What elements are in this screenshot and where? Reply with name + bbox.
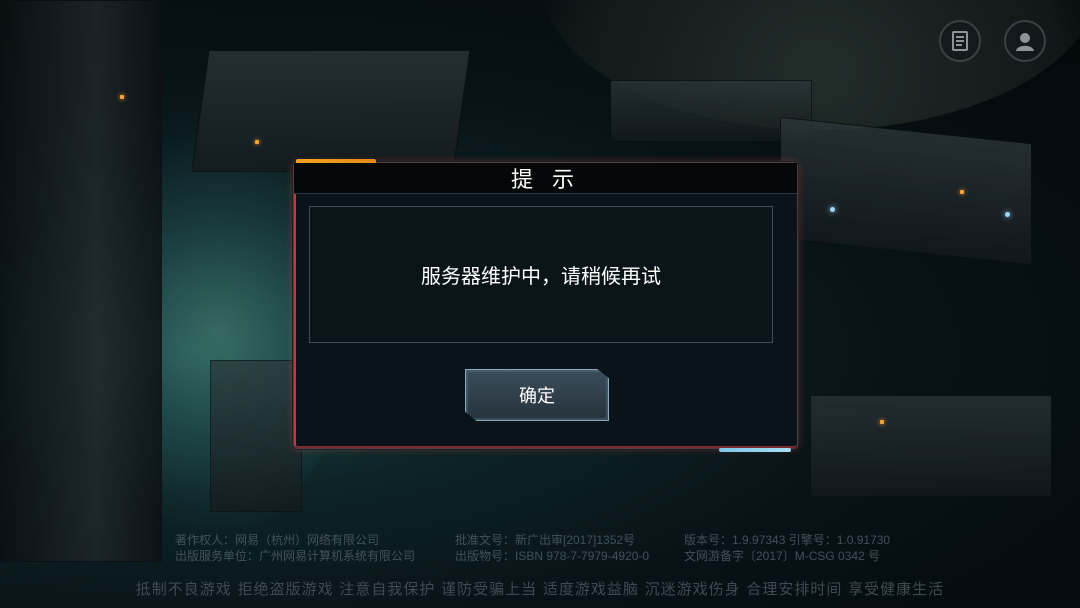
account-button[interactable] [1004,20,1046,62]
spaceship-bottom-right [810,395,1052,497]
health-gaming-slogan: 抵制不良游戏 拒绝盗版游戏 注意自我保护 谨防受骗上当 适度游戏益脑 沉迷游戏伤… [135,580,945,598]
ship-light [120,95,124,99]
ship-light [880,420,884,424]
notice-dialog: 提 示 服务器维护中，请稍候再试 确定 [293,159,798,452]
dialog-blue-accent [719,448,791,452]
record-number: 文网游备字〔2017〕M-CSG 0342 号 [684,549,881,563]
notice-icon [952,31,968,51]
confirm-button[interactable]: 确定 [465,369,609,421]
spaceship-right [780,116,1032,266]
isbn: 出版物号：ISBN 978-7-7979-4920-0 [455,549,650,563]
space-station-left [0,0,162,562]
account-icon [1016,33,1034,51]
publisher: 出版服务单位：广州网易计算机系统有限公司 [175,549,416,563]
dialog-message: 服务器维护中，请稍候再试 [421,264,661,288]
spaceship-bottom-left [210,360,302,512]
notice-button[interactable] [939,20,981,62]
spaceship-top-left [191,50,471,172]
dialog-title: 提 示 [294,163,797,194]
approval-number: 批准文号：新广出审[2017]1352号 [455,533,636,547]
confirm-button-label: 确定 [519,386,555,407]
engine-glow [1005,212,1010,217]
ship-light [255,140,259,144]
version-number: 版本号：1.9.97343 引擎号：1.0.91730 [684,533,891,547]
dialog-message-box: 服务器维护中，请稍候再试 [309,206,773,343]
copyright-owner: 著作权人：网易（杭州）网络有限公司 [175,533,380,547]
ship-light [960,190,964,194]
engine-glow [830,207,835,212]
